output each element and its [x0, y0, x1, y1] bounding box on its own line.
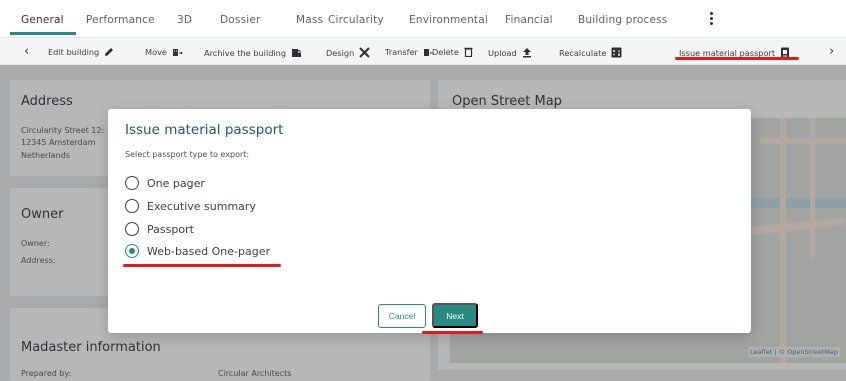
tab-dossier[interactable]: Dossier: [220, 14, 261, 26]
radio-executive-summary[interactable]: [125, 199, 139, 213]
chevron-left-icon[interactable]: ‹: [24, 44, 29, 59]
archive-lock-icon: [292, 49, 302, 57]
chevron-right-icon[interactable]: ›: [829, 44, 834, 59]
cancel-button[interactable]: Cancel: [378, 304, 426, 328]
upload-icon: [522, 48, 531, 58]
edit-building-button[interactable]: Edit building: [48, 47, 114, 57]
toolbar-highlight-underline: [675, 57, 799, 60]
next-highlight-underline: [422, 331, 483, 334]
next-button[interactable]: Next: [432, 303, 478, 328]
delete-button[interactable]: Delete: [432, 47, 473, 57]
tab-mass[interactable]: Mass: [296, 14, 323, 26]
tab-environmental[interactable]: Environmental: [409, 14, 488, 26]
top-tab-bar: General Performance 3D Dossier Mass Circ…: [0, 0, 846, 37]
radio-web-based-one-pager[interactable]: [125, 244, 139, 258]
dialog-title: Issue material passport: [125, 122, 284, 138]
tab-performance[interactable]: Performance: [86, 14, 155, 26]
calculator-icon: [611, 47, 622, 58]
recalculate-button[interactable]: Recalculate: [559, 47, 622, 58]
tab-general[interactable]: General: [21, 14, 64, 26]
tab-financial[interactable]: Financial: [505, 14, 553, 26]
option-web-based-one-pager[interactable]: Web-based One-pager: [125, 244, 270, 258]
issue-passport-dialog: Issue material passport Select passport …: [108, 109, 751, 334]
edit-building-label: Edit building: [48, 47, 100, 57]
design-button[interactable]: Design: [326, 47, 370, 58]
pencil-icon: [105, 48, 114, 56]
more-options-icon[interactable]: [709, 12, 715, 26]
move-label: Move: [145, 47, 167, 57]
option-executive-summary-label: Executive summary: [147, 199, 256, 213]
radio-one-pager[interactable]: [125, 176, 139, 190]
option-one-pager[interactable]: One pager: [125, 176, 205, 190]
design-tools-icon: [359, 47, 370, 58]
design-label: Design: [326, 47, 355, 58]
tab-building-process[interactable]: Building process: [578, 14, 667, 26]
radio-passport[interactable]: [125, 222, 139, 236]
trash-icon: [464, 47, 473, 57]
upload-button[interactable]: Upload: [488, 47, 532, 58]
delete-label: Delete: [432, 47, 459, 57]
option-passport-label: Passport: [147, 222, 194, 236]
transfer-button[interactable]: Transfer: [385, 47, 434, 57]
tab-3d[interactable]: 3D: [177, 14, 192, 26]
upload-label: Upload: [488, 47, 517, 58]
archive-building-label: Archive the building: [204, 47, 287, 58]
option-web-based-one-pager-label: Web-based One-pager: [147, 244, 271, 258]
option-one-pager-label: One pager: [147, 176, 205, 190]
option-executive-summary[interactable]: Executive summary: [125, 199, 256, 213]
option-highlight-underline: [123, 264, 281, 267]
move-button[interactable]: Move: [145, 47, 183, 57]
option-passport[interactable]: Passport: [125, 222, 194, 236]
transfer-label: Transfer: [385, 47, 418, 57]
recalculate-label: Recalculate: [559, 47, 607, 58]
dialog-subtitle: Select passport type to export:: [125, 150, 250, 159]
action-toolbar: ‹ Edit building Move Archive the buildin…: [0, 37, 846, 65]
archive-building-button[interactable]: Archive the building: [204, 47, 302, 58]
active-tab-indicator: [10, 32, 76, 35]
move-building-icon: [172, 49, 183, 56]
tab-circularity[interactable]: Circularity: [328, 14, 384, 26]
